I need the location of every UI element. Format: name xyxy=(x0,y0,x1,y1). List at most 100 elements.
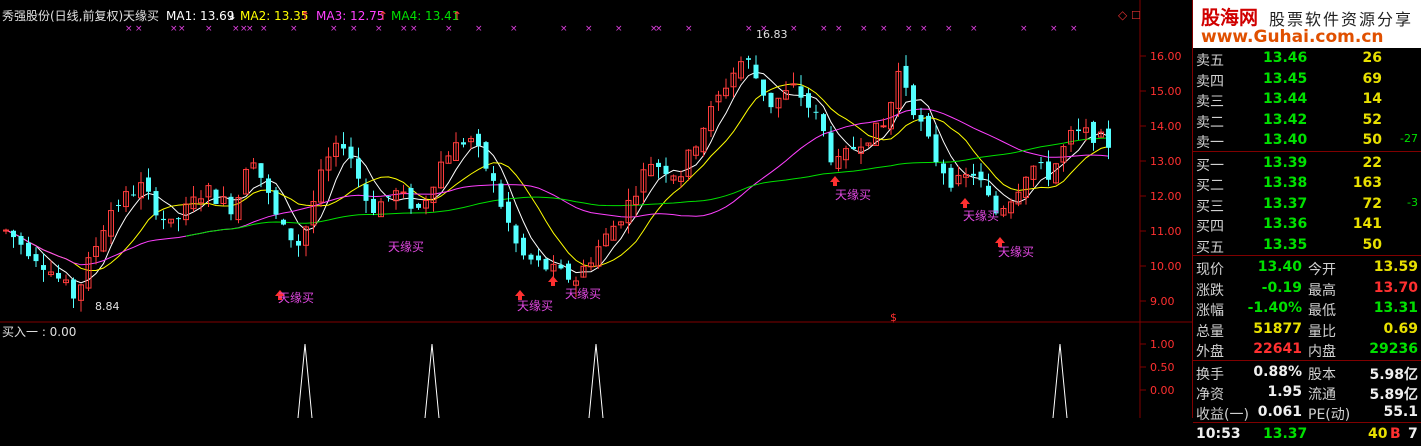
quote-separator xyxy=(1193,150,1421,152)
candle-body-down xyxy=(941,163,946,174)
trade-count: 7 xyxy=(1408,425,1418,442)
order-volume: 72 xyxy=(1362,195,1382,212)
candle-body-down xyxy=(926,115,931,137)
bid-row: 买二 13.38 163 xyxy=(1193,173,1421,195)
order-level-label: 买二 xyxy=(1196,178,1224,194)
signal-x-marker: × xyxy=(970,24,978,34)
candle-body-down xyxy=(371,198,376,213)
candle-body-down xyxy=(1091,121,1096,143)
fin-label: 换手 xyxy=(1196,366,1224,383)
fin-value: 0.061 xyxy=(1257,403,1302,420)
fin-value: 5.89亿 xyxy=(1369,386,1418,403)
signal-x-marker: × xyxy=(232,24,240,34)
signal-x-marker: × xyxy=(945,24,953,34)
stat-row: 总量 51877 量比 0.69 xyxy=(1193,319,1421,341)
order-price: 13.36 xyxy=(1263,216,1308,232)
fin-label: 收益(一) xyxy=(1196,406,1249,423)
candle-body-down xyxy=(663,165,669,175)
candle-body-down xyxy=(273,190,279,215)
stat-row: 现价 13.40 今开 13.59 xyxy=(1193,257,1421,279)
signal-x-marker: × xyxy=(205,24,213,34)
candle-body-down xyxy=(213,189,219,204)
candle-body-down xyxy=(656,162,661,168)
signal-x-marker: × xyxy=(685,24,693,34)
signal-x-marker: × xyxy=(1070,24,1078,34)
candle-body-down xyxy=(288,228,294,241)
order-change: -3 xyxy=(1407,195,1418,209)
stat-label: 总量 xyxy=(1196,323,1224,340)
order-price: 13.44 xyxy=(1263,91,1308,107)
fin-value: 5.98亿 xyxy=(1369,366,1418,383)
buy-signal-spike xyxy=(588,343,604,419)
stat-label: 涨幅 xyxy=(1196,303,1224,319)
candle-body-down xyxy=(296,240,301,246)
order-price: 13.39 xyxy=(1263,154,1308,171)
candle-body-down xyxy=(491,173,496,181)
price-tick-label: 9.00 xyxy=(1150,295,1175,308)
candle-body-down xyxy=(356,158,361,179)
kline-chart-area[interactable]: 16.00 15.00 14.00 13.00 12.00 11.00 10.00 9.00 1… xyxy=(0,0,1192,419)
trade-time: 10:53 xyxy=(1196,425,1241,442)
buy-signal-spike xyxy=(424,343,440,419)
buy-signal-label: 天缘买 xyxy=(565,287,601,301)
candle-body-down xyxy=(41,265,46,270)
fin-value: 1.95 xyxy=(1267,383,1302,400)
signal-x-marker: × xyxy=(615,24,623,34)
signal-x-marker: × xyxy=(475,24,483,34)
fin-row: 换手 0.88% 股本 5.98亿 xyxy=(1193,362,1421,384)
candle-body-down xyxy=(1106,128,1111,148)
signal-x-marker: × xyxy=(510,24,518,34)
ma1-arrow: ↓ xyxy=(227,9,237,23)
stat-row: 涨幅 -1.40% 最低 13.31 xyxy=(1193,298,1421,320)
close-box-icon[interactable]: ☐ xyxy=(1131,9,1141,22)
signal-x-marker: × xyxy=(905,24,913,34)
candle-body-down xyxy=(806,93,811,108)
stat-label: 内盘 xyxy=(1308,344,1336,360)
candle-body-down xyxy=(33,254,39,262)
order-volume: 22 xyxy=(1362,154,1382,171)
candle-body-down xyxy=(753,64,759,79)
stat-value: 0.69 xyxy=(1383,320,1418,337)
stat-label: 量比 xyxy=(1308,323,1336,340)
price-tick-label: 10.00 xyxy=(1150,260,1182,273)
diamond-icon[interactable]: ◇ xyxy=(1118,8,1128,22)
sub-tick-label: 1.00 xyxy=(1150,338,1175,351)
stat-label: 最高 xyxy=(1308,282,1336,299)
signal-x-marker: × xyxy=(745,24,753,34)
candle-body-down xyxy=(228,196,234,215)
signal-x-marker: × xyxy=(410,24,418,34)
fin-label: 股本 xyxy=(1308,366,1336,383)
candle-body-down xyxy=(1076,129,1081,132)
candle-body-down xyxy=(461,142,466,145)
candle-body-down xyxy=(971,173,976,176)
order-volume: 52 xyxy=(1362,111,1382,128)
order-level-label: 买一 xyxy=(1196,157,1224,174)
candle-body-down xyxy=(813,111,819,113)
candle-body-down xyxy=(161,218,166,221)
candle-body-down xyxy=(903,65,909,88)
candle-body-down xyxy=(933,134,939,163)
order-volume: 141 xyxy=(1352,216,1382,232)
candle-body-down xyxy=(768,92,774,108)
buy-arrow-icon xyxy=(960,198,970,208)
quote-separator xyxy=(1193,421,1421,423)
fin-value: 0.88% xyxy=(1253,363,1302,380)
stat-value: -1.40% xyxy=(1247,300,1302,316)
signal-x-marker: × xyxy=(246,24,254,34)
ma3-arrow: ↑ xyxy=(378,9,388,23)
candle-body-down xyxy=(1038,162,1044,164)
signal-x-marker: × xyxy=(290,24,298,34)
ma4-readout: MA4: 13.41 xyxy=(391,9,459,23)
candle-body-down xyxy=(146,177,151,192)
buy-signal-spike xyxy=(297,343,313,419)
candle-body-down xyxy=(536,255,541,261)
signal-x-marker: × xyxy=(170,24,178,34)
price-tick-label: 13.00 xyxy=(1150,155,1182,168)
order-price: 13.40 xyxy=(1263,132,1308,148)
signal-x-marker: × xyxy=(920,24,928,34)
bid-row: 买五 13.35 50 xyxy=(1193,235,1421,257)
trade-side: B xyxy=(1390,425,1401,442)
kline-chart-svg[interactable]: 16.00 15.00 14.00 13.00 12.00 11.00 10.00 9.00 1… xyxy=(0,0,1192,419)
order-level-label: 卖五 xyxy=(1196,53,1224,69)
candle-body-down xyxy=(506,201,511,223)
